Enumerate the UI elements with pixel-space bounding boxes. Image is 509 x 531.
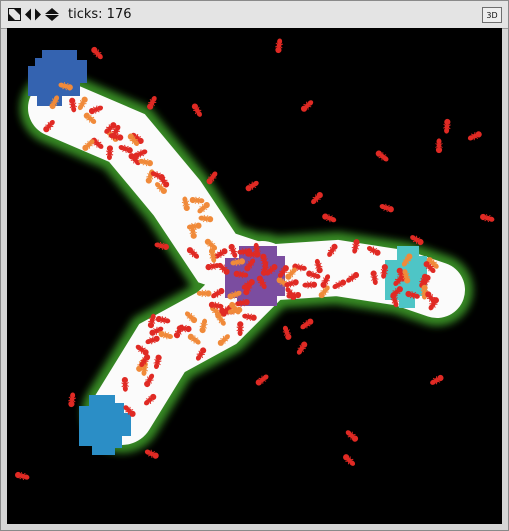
ant <box>190 102 205 119</box>
world-canvas <box>14 37 496 482</box>
world-window: ticks: 176 3D <box>0 0 509 531</box>
zoom-diagonal-arrows-icon[interactable] <box>8 8 21 21</box>
ant <box>145 94 159 111</box>
view-3d-button[interactable]: 3D <box>482 7 502 23</box>
ant <box>244 178 261 194</box>
ant <box>341 452 358 468</box>
view-toolbar: ticks: 176 3D <box>1 1 508 29</box>
ant <box>435 138 443 154</box>
ant <box>274 37 284 54</box>
ant <box>309 190 325 207</box>
ant <box>14 470 31 482</box>
ant <box>298 316 315 332</box>
ant <box>479 212 496 224</box>
up-down-arrows-icon[interactable] <box>45 8 59 21</box>
ant <box>374 148 391 164</box>
ant <box>67 391 77 408</box>
ant <box>466 129 483 143</box>
ant <box>442 118 452 134</box>
ant <box>343 428 360 444</box>
left-right-arrows-icon[interactable] <box>25 8 41 21</box>
ant <box>254 372 271 388</box>
ant <box>428 373 445 388</box>
ant <box>294 340 310 357</box>
world-view[interactable] <box>7 28 502 524</box>
ant <box>321 211 338 225</box>
ant <box>378 201 395 214</box>
ant <box>89 45 105 62</box>
ant <box>280 324 293 341</box>
ant <box>299 98 316 114</box>
ticks-counter: ticks: 176 <box>68 7 132 22</box>
ant <box>143 447 160 461</box>
